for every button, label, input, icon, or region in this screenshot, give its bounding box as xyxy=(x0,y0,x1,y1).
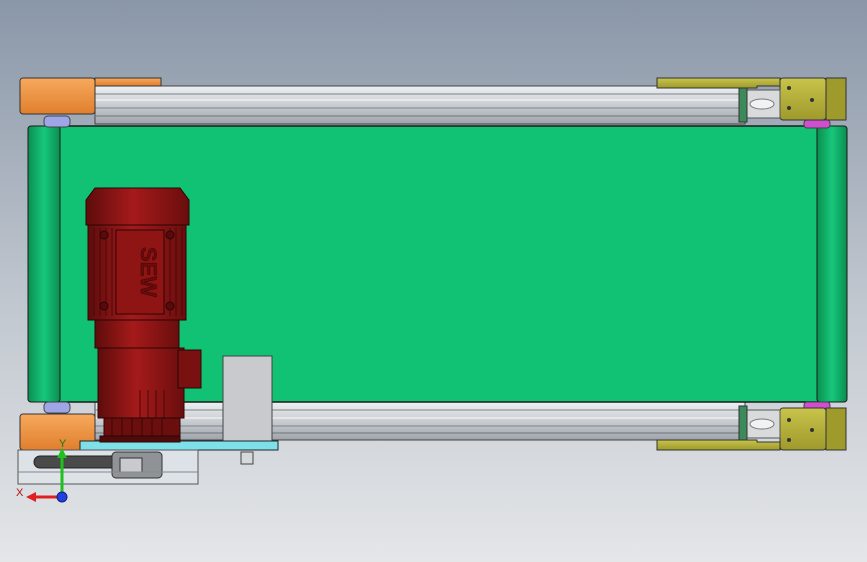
cad-viewport[interactable]: SEW X Y xyxy=(0,0,867,562)
triad-y-label: Y xyxy=(59,438,67,450)
triad-x-arrow-icon xyxy=(26,492,36,502)
bearing-top-left xyxy=(43,115,71,128)
drive-guard-housing[interactable] xyxy=(17,449,199,485)
bearing-bottom-left xyxy=(43,401,71,414)
top-side-rail xyxy=(94,85,746,125)
triad-z-axis xyxy=(56,491,68,503)
support-bracket[interactable] xyxy=(222,355,273,443)
bottom-side-rail xyxy=(94,401,746,441)
drive-roller[interactable] xyxy=(27,125,61,403)
tail-roller[interactable] xyxy=(816,125,848,403)
bearing-top-right xyxy=(803,119,831,129)
conveyor-assembly-drawing: SEW X Y xyxy=(16,77,848,503)
base-plate-bolt xyxy=(240,451,254,465)
gearbox[interactable] xyxy=(97,347,185,419)
motor-brand-text: SEW xyxy=(136,247,161,297)
triad-x-label: X xyxy=(16,487,24,499)
gear-motor[interactable] xyxy=(85,187,202,443)
